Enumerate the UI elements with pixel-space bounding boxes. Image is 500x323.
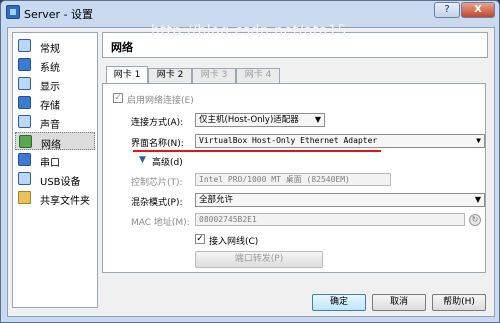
ok-button[interactable]: 确定 [312, 294, 366, 311]
sidebar-item-audio[interactable]: 声音 [15, 113, 95, 131]
attached-to-label: 连接方式(A): [131, 118, 184, 128]
sidebar-item-usb[interactable]: USB设备 [15, 170, 95, 188]
shared-folder-icon [18, 191, 31, 204]
sidebar-item-label: 共享文件夹 [40, 196, 90, 207]
close-button[interactable]: X [461, 2, 495, 18]
settings-window: Server - 设置 ? X 常规 系统 显示 存储 声音 网络 串口 USB… [0, 0, 500, 323]
attached-to-select[interactable]: 仅主机(Host-Only)适配器 ▼ [195, 113, 325, 127]
sidebar-item-label: 常规 [40, 44, 60, 55]
serial-port-icon [18, 153, 31, 166]
sidebar-item-label: 串口 [40, 158, 60, 169]
cable-connected-label: 接入网线(C) [209, 237, 259, 247]
sidebar-item-label: 存储 [40, 101, 60, 112]
enable-adapter-checkbox[interactable]: ✓ [113, 93, 123, 103]
network-icon [19, 135, 32, 148]
sidebar-item-system[interactable]: 系统 [15, 56, 95, 74]
system-icon [18, 58, 31, 71]
sidebar-item-network[interactable]: 网络 [15, 132, 95, 151]
attached-to-value: 仅主机(Host-Only)适配器 [199, 115, 299, 125]
tab-adapter-3[interactable]: 网卡 3 [192, 68, 236, 83]
promiscuous-mode-value: 全部允许 [199, 195, 234, 205]
blog-watermark: http://blog.csdn.net/ata15 [151, 23, 347, 39]
adapter-type-label: 控制芯片(T): [131, 178, 183, 188]
dialog-client-area: 常规 系统 显示 存储 声音 网络 串口 USB设备 共享文件夹 网络 网卡 1… [7, 27, 495, 317]
adapter-type-select[interactable]: Intel PRO/1000 MT 桌面 (82540EM) [195, 173, 391, 186]
sidebar-item-label: 网络 [41, 140, 61, 151]
promiscuous-mode-select[interactable]: 全部允许 ▼ [195, 193, 485, 207]
chevron-down-icon: ▼ [476, 136, 481, 145]
title-help-button[interactable]: ? [434, 2, 460, 18]
settings-sidebar: 常规 系统 显示 存储 声音 网络 串口 USB设备 共享文件夹 [12, 32, 98, 308]
storage-icon [18, 96, 31, 109]
mac-address-label: MAC 地址(M): [131, 218, 190, 228]
chevron-down-icon: ▼ [474, 195, 481, 204]
tab-adapter-1[interactable]: 网卡 1 [106, 66, 148, 84]
network-panel: 网络 网卡 1 网卡 2 网卡 3 网卡 4 ✓ 启用网络连接(E) 连接方式(… [102, 32, 490, 311]
sidebar-item-general[interactable]: 常规 [15, 37, 95, 55]
usb-icon [18, 172, 31, 185]
mac-address-field[interactable]: 08002745B2E1 [195, 213, 465, 226]
sidebar-item-shared-folders[interactable]: 共享文件夹 [15, 189, 95, 207]
audio-icon [18, 115, 31, 128]
chevron-down-icon: ▼ [314, 115, 321, 124]
enable-adapter-label: 启用网络连接(E) [127, 96, 194, 106]
cancel-button[interactable]: 取消 [372, 294, 426, 311]
name-label: 界面名称(N): [131, 139, 184, 149]
virtualbox-app-icon [6, 5, 20, 19]
display-icon [18, 77, 31, 90]
sidebar-item-serial-port[interactable]: 串口 [15, 151, 95, 169]
sidebar-item-storage[interactable]: 存储 [15, 94, 95, 112]
general-icon [18, 39, 31, 52]
adapter-name-value: VirtualBox Host-Only Ethernet Adapter [199, 136, 378, 145]
red-underline-annotation [133, 150, 381, 152]
port-forwarding-button[interactable]: 端口转发(P) [195, 251, 323, 268]
advanced-toggle[interactable]: 高级(d) [152, 155, 183, 168]
sidebar-item-label: 声音 [40, 120, 60, 131]
adapter-settings: ✓ 启用网络连接(E) 连接方式(A): 仅主机(Host-Only)适配器 ▼… [102, 83, 486, 273]
mac-address-value: 08002745B2E1 [199, 215, 257, 224]
refresh-mac-icon[interactable]: ↻ [469, 214, 481, 226]
sidebar-item-display[interactable]: 显示 [15, 75, 95, 93]
title-bar: Server - 设置 ? X [1, 1, 499, 25]
adapter-type-value: Intel PRO/1000 MT 桌面 (82540EM) [199, 175, 350, 184]
tab-adapter-4[interactable]: 网卡 4 [236, 68, 280, 83]
cable-connected-checkbox[interactable]: ✓ [195, 234, 205, 244]
sidebar-item-label: 系统 [40, 63, 60, 74]
tab-adapter-2[interactable]: 网卡 2 [148, 68, 192, 83]
sidebar-item-label: USB设备 [40, 177, 81, 188]
page-title: 网络 [111, 41, 133, 54]
adapter-name-select[interactable]: VirtualBox Host-Only Ethernet Adapter ▼ [195, 134, 485, 148]
window-title: Server - 设置 [24, 8, 94, 21]
sidebar-item-label: 显示 [40, 82, 60, 93]
expand-triangle-icon[interactable]: ▼ [139, 155, 146, 165]
promiscuous-mode-label: 混杂模式(P): [131, 198, 183, 208]
help-button[interactable]: 帮助(H) [432, 294, 486, 311]
